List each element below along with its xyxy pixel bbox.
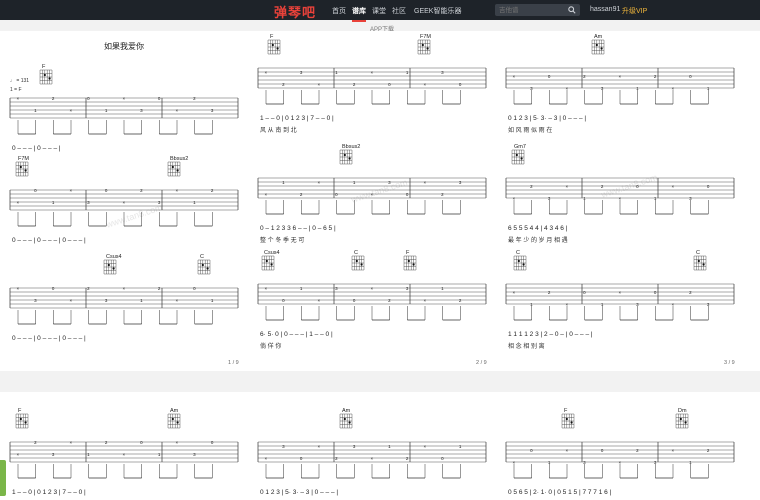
search-box [495, 4, 580, 16]
nav-geek-instruments[interactable]: GEEK智能乐器 [414, 6, 461, 16]
song-title: 如果我爱你 [104, 42, 144, 51]
watermark: www.tan8.com [349, 177, 409, 205]
nav-sheet-library[interactable]: 谱库 [352, 6, 366, 22]
page-number: 1 / 9 [228, 360, 239, 366]
search-input[interactable] [499, 5, 561, 15]
nav-community[interactable]: 社区 [392, 6, 406, 16]
sheet-page: 如果我爱你 ♩ = 131 1 = F www.tan8.com www.tan… [0, 31, 760, 371]
watermark: www.tan8.com [104, 202, 164, 230]
page-number: 3 / 9 [724, 360, 735, 366]
side-tab[interactable] [0, 460, 6, 496]
key-signature: 1 = F [10, 87, 22, 93]
top-navbar: 弹琴吧 首页 谱库 课堂 社区 GEEK智能乐器 hassan91 升级VIP [0, 0, 760, 22]
watermark: www.tan8.com [599, 172, 659, 200]
upgrade-vip-link[interactable]: 升级VIP [622, 6, 647, 16]
nav-home[interactable]: 首页 [332, 6, 346, 16]
tempo-mark: ♩ = 131 [10, 78, 30, 84]
search-icon[interactable] [568, 6, 576, 14]
page-number: 2 / 9 [476, 360, 487, 366]
nav-classroom[interactable]: 课堂 [372, 6, 386, 16]
sheet-page [0, 392, 760, 500]
site-logo[interactable]: 弹琴吧 [274, 2, 316, 21]
username-link[interactable]: hassan91 [590, 6, 620, 13]
